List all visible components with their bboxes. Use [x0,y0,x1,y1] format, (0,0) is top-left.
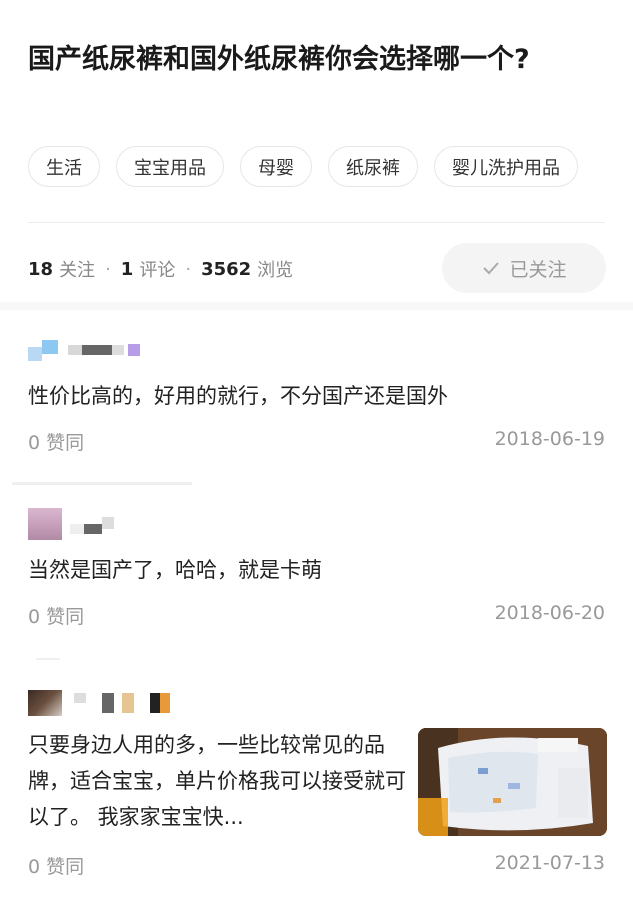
follow-button-label: 已关注 [509,258,567,281]
tag-baobao-yongpin[interactable]: 宝宝用品 [116,146,224,187]
username-blur [74,693,86,703]
answer-user[interactable] [28,508,605,540]
answer-content[interactable]: 当然是国产了，哈哈，就是卡萌 [28,552,605,588]
answer-date: 2018-06-20 [494,602,605,624]
tag-yinger-xihu[interactable]: 婴儿洗护用品 [434,146,578,187]
avatar[interactable] [28,690,62,716]
answer-thumbnail[interactable] [418,728,607,836]
username-blur [82,345,112,355]
divider [28,222,605,223]
like-count[interactable]: 0 赞同 [28,852,84,879]
answer-meta: 0 赞同 2018-06-20 [28,602,605,629]
followers-label: 关注 [59,260,96,281]
answer-item[interactable]: 性价比高的，好用的就行，不分国产还是国外 0 赞同 2018-06-19 [28,338,605,455]
answer-item[interactable]: 当然是国产了，哈哈，就是卡萌 0 赞同 2018-06-20 [28,508,605,629]
check-icon [483,262,500,275]
username-blur [112,345,124,355]
stats-separator: · [105,258,111,280]
question-title: 国产纸尿裤和国外纸尿裤你会选择哪一个? [28,44,530,75]
avatar[interactable] [28,347,42,361]
comments-label[interactable]: 评论 [139,256,175,282]
views-label: 浏览 [257,260,294,281]
username-blur [84,524,102,534]
tag-list: 生活 宝宝用品 母婴 纸尿裤 婴儿洗护用品 [28,146,578,187]
section-separator [0,302,633,310]
stats-separator: · [185,258,192,280]
divider [12,482,192,485]
username-blur[interactable] [68,345,82,355]
answer-user[interactable] [28,338,605,362]
like-count[interactable]: 0 赞同 [28,602,84,629]
tag-shenghuo[interactable]: 生活 [28,146,100,187]
tag-muying[interactable]: 母婴 [240,146,312,187]
follow-button[interactable]: 已关注 [442,243,606,293]
views-count: 3562 [201,258,252,280]
username-blur [70,524,84,534]
followers-count: 18 [28,258,54,280]
answer-content[interactable]: 性价比高的，好用的就行，不分国产还是国外 [28,378,605,414]
username-blur [150,693,160,713]
divider [36,658,60,660]
tag-zhiniaoku[interactable]: 纸尿裤 [328,146,418,187]
answer-meta: 0 赞同 2018-06-19 [28,428,605,455]
avatar[interactable] [28,508,62,540]
answer-date: 2021-07-13 [494,852,605,874]
diaper-photo [418,728,607,836]
like-count[interactable]: 0 赞同 [28,428,84,455]
username-blur [102,517,114,529]
answer-content[interactable]: 只要身边人用的多，一些比较常见的品牌，适合宝宝，单片价格我可以接受就可以了。 我… [28,727,408,835]
question-stats: 18 关注 · 1 评论 · 3562 浏览 [28,256,293,282]
username-blur [102,693,114,713]
username-blur [122,693,134,713]
answer-item[interactable] [28,690,605,716]
comments-count: 1 [120,258,134,280]
username-blur [160,693,170,713]
answer-date: 2018-06-19 [494,428,605,450]
answer-meta: 0 赞同 2021-07-13 [28,852,605,879]
answer-footer: 0 赞同 2021-07-13 [28,852,605,879]
answer-user[interactable] [28,690,605,716]
username-blur [128,344,140,356]
avatar [42,340,58,354]
